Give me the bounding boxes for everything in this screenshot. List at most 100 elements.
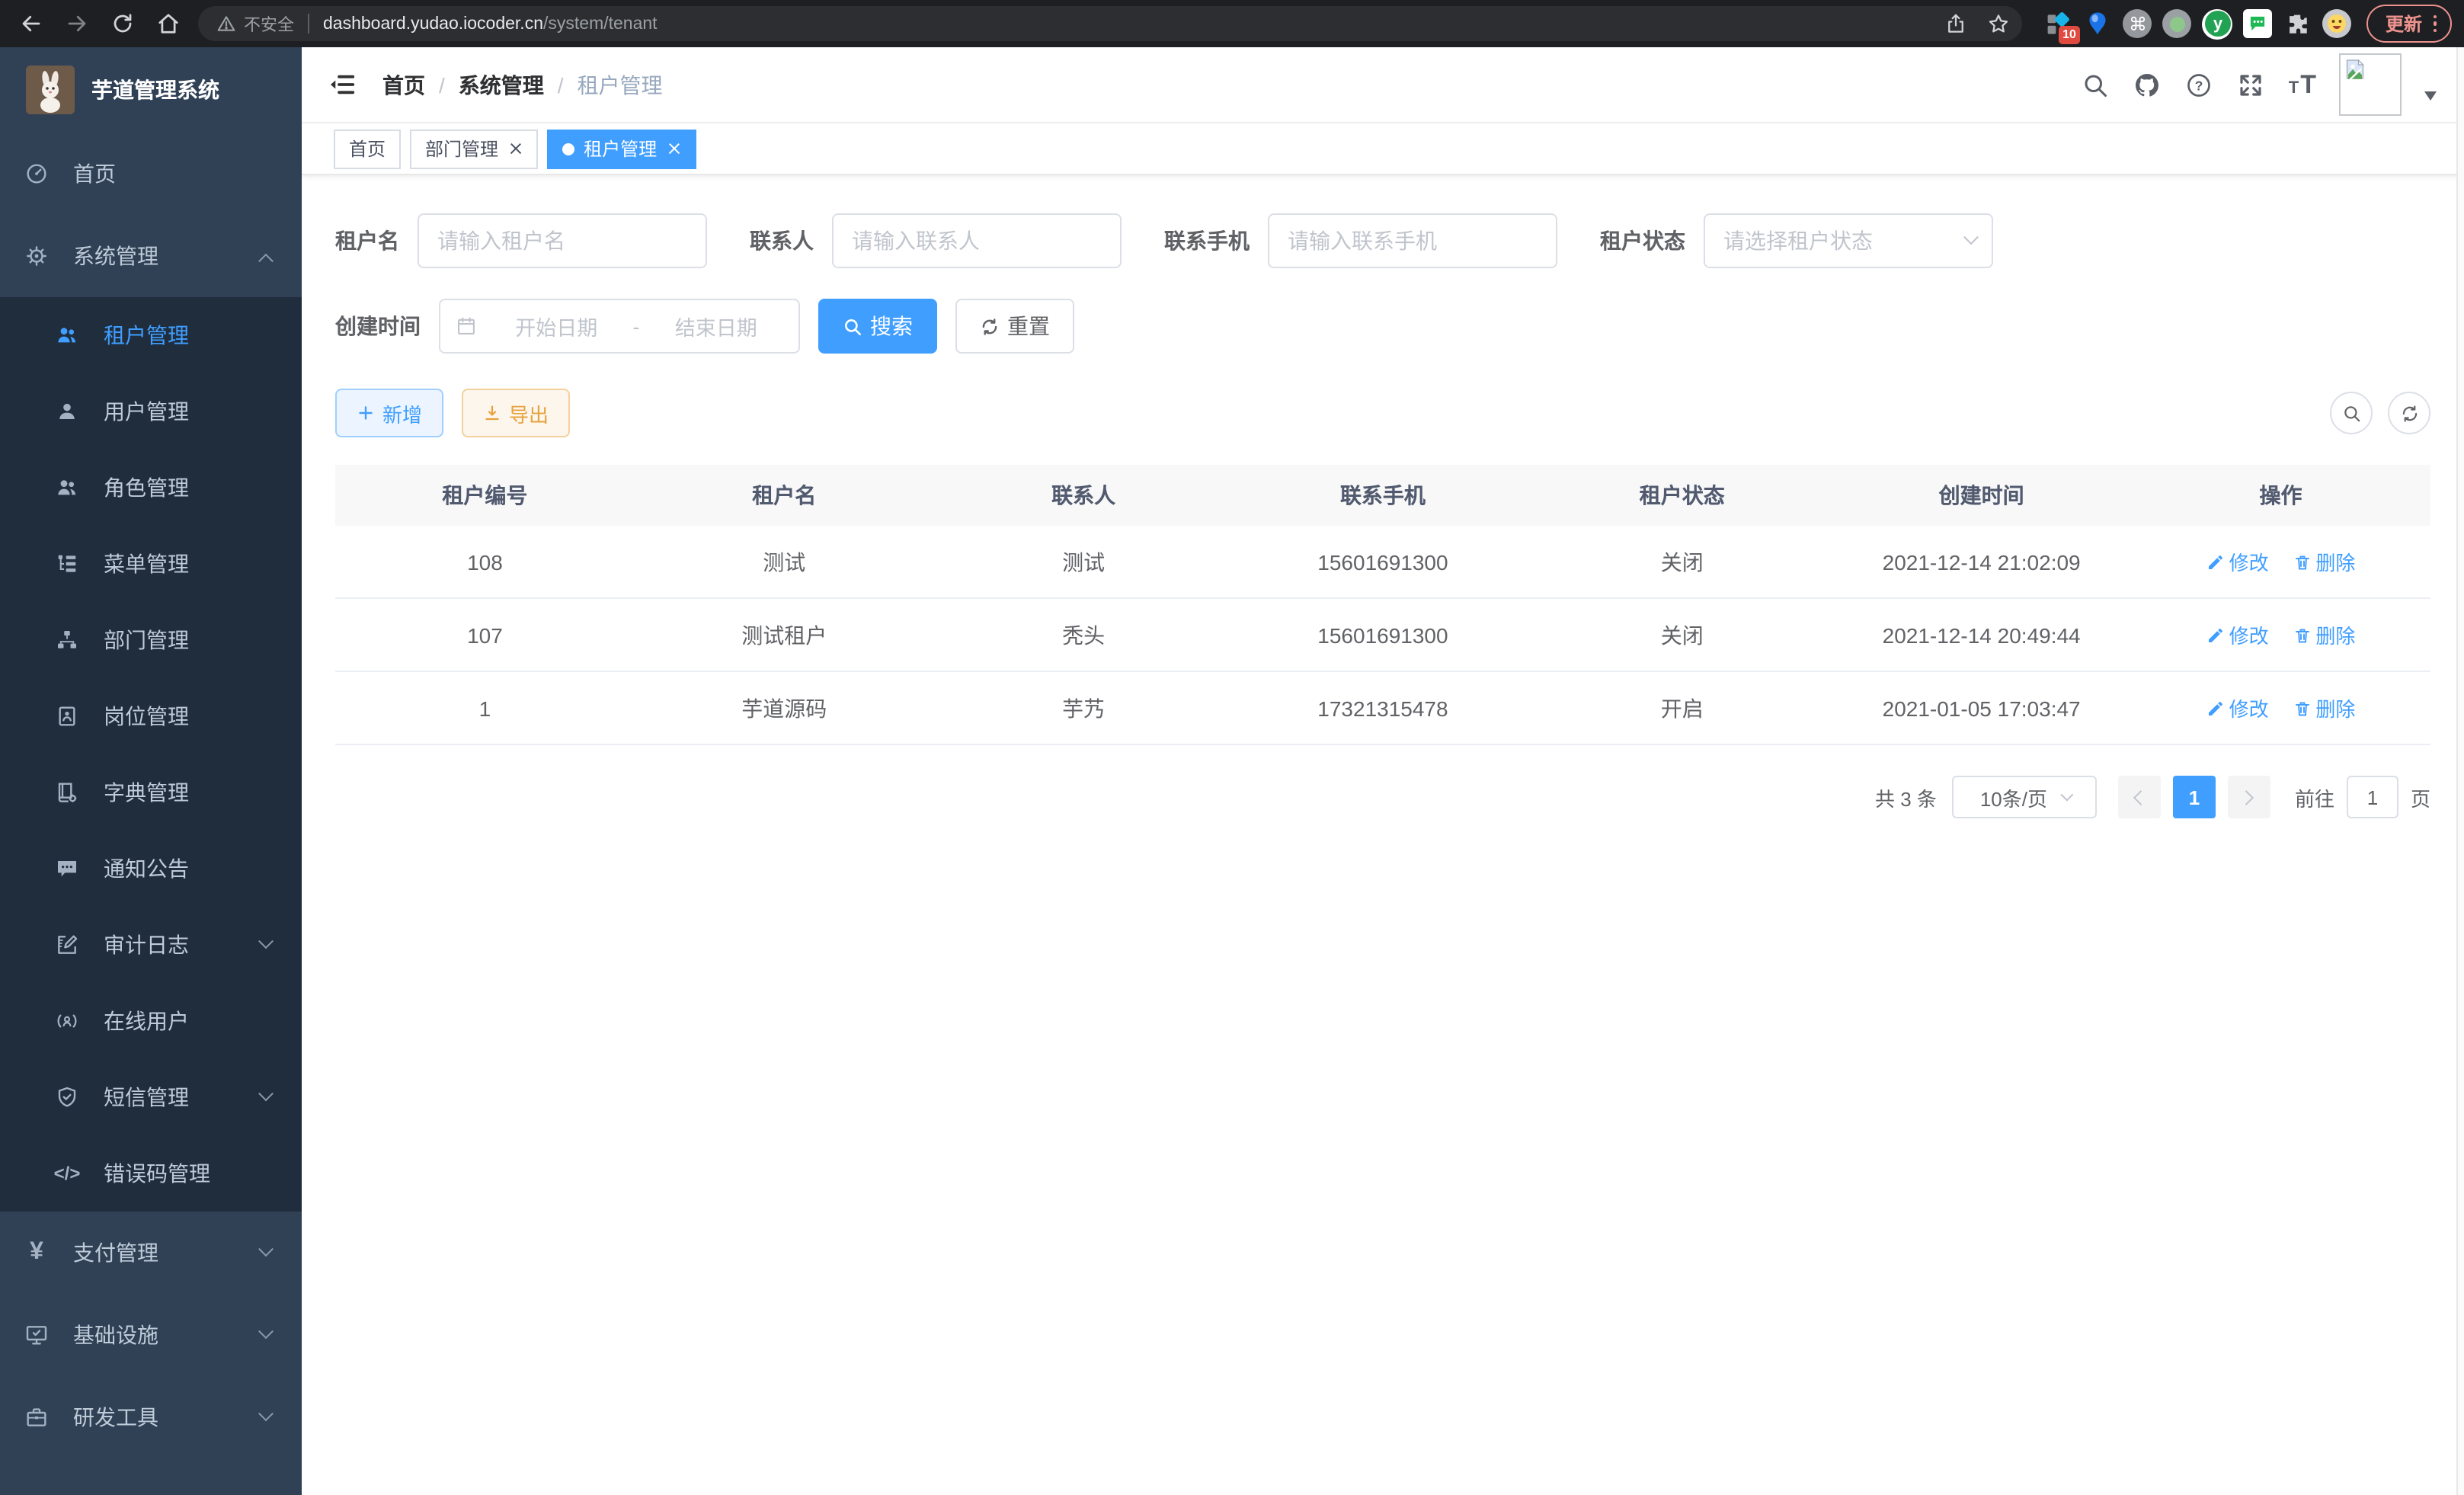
reload-icon[interactable]: [104, 5, 140, 42]
window-scrollbar[interactable]: [2456, 47, 2464, 1495]
avatar[interactable]: [2339, 53, 2402, 116]
delete-link[interactable]: 删除: [2293, 693, 2355, 722]
refresh-table-button[interactable]: [2388, 392, 2430, 434]
sidebar-item-post[interactable]: 岗位管理: [0, 678, 302, 754]
tag-tenant-active[interactable]: 租户管理: [547, 129, 696, 168]
extension-y-icon[interactable]: y: [2203, 8, 2233, 39]
delete-link[interactable]: 删除: [2293, 620, 2355, 649]
goto-page-input[interactable]: [2347, 776, 2398, 818]
extension-record-icon[interactable]: [2163, 9, 2192, 38]
export-button[interactable]: 导出: [462, 389, 570, 437]
share-icon[interactable]: [1938, 5, 1974, 42]
trash-icon: [2293, 699, 2311, 717]
browser-menu-icon[interactable]: [2433, 15, 2437, 33]
shield-check-icon: [55, 1085, 79, 1109]
sidebar-item-label: 部门管理: [104, 625, 189, 655]
extension-command-icon[interactable]: ⌘: [2123, 9, 2152, 38]
security-chip[interactable]: 不安全: [216, 11, 294, 36]
date-end-placeholder[interactable]: 结束日期: [649, 311, 784, 341]
contact-input[interactable]: [832, 213, 1122, 268]
sidebar-item-label: 错误码管理: [104, 1158, 210, 1189]
edit-link[interactable]: 修改: [2206, 547, 2269, 576]
breadcrumb-system[interactable]: 系统管理: [459, 69, 544, 100]
back-icon[interactable]: [12, 5, 49, 42]
home-icon[interactable]: [149, 5, 186, 42]
extension-pin-icon[interactable]: [2084, 9, 2113, 38]
tag-dept[interactable]: 部门管理: [410, 129, 538, 168]
github-icon[interactable]: [2133, 70, 2162, 99]
font-size-icon[interactable]: TT: [2289, 72, 2316, 98]
broken-image-icon: [2344, 58, 2366, 81]
prev-page-button[interactable]: [2118, 776, 2161, 818]
reset-button[interactable]: 重置: [955, 299, 1074, 354]
sidebar-item-online-users[interactable]: 在线用户: [0, 983, 302, 1059]
help-icon[interactable]: ?: [2185, 70, 2214, 99]
tenant-name-input[interactable]: [418, 213, 707, 268]
extension-grid-diamond-icon[interactable]: 10: [2044, 9, 2073, 38]
breadcrumb-home[interactable]: 首页: [382, 69, 425, 100]
sidebar-item-role[interactable]: 角色管理: [0, 450, 302, 526]
sidebar-item-dict[interactable]: 字典管理: [0, 754, 302, 831]
tag-home[interactable]: 首页: [334, 129, 401, 168]
dashboard-icon: [24, 162, 49, 186]
close-icon[interactable]: [509, 142, 523, 155]
page-size-select[interactable]: 10条/页: [1952, 776, 2097, 818]
url-text[interactable]: dashboard.yudao.iocoder.cn/system/tenant: [323, 14, 1938, 33]
forward-icon[interactable]: [58, 5, 94, 42]
cell-tenant-name: 测试: [635, 546, 934, 577]
record-dot: [2170, 16, 2185, 31]
phone-input[interactable]: [1268, 213, 1557, 268]
sidebar-item-menu[interactable]: 菜单管理: [0, 526, 302, 602]
avatar-dropdown-caret-icon[interactable]: [2424, 91, 2437, 100]
status-label: 租户状态: [1600, 226, 1685, 256]
delete-link[interactable]: 删除: [2293, 547, 2355, 576]
sidebar-item-sms[interactable]: 短信管理: [0, 1059, 302, 1135]
sidebar-item-dept[interactable]: 部门管理: [0, 602, 302, 678]
plus-icon: [357, 404, 375, 422]
tags-view-bar: 首页 部门管理 租户管理: [302, 123, 2464, 175]
close-icon[interactable]: [667, 142, 681, 155]
search-button[interactable]: 搜索: [818, 299, 937, 354]
monitor-icon: [24, 1323, 49, 1347]
sidebar-item-infrastructure[interactable]: 基础设施: [0, 1294, 302, 1376]
update-button[interactable]: 更新: [2367, 5, 2452, 43]
hide-search-button[interactable]: [2330, 392, 2373, 434]
chevron-down-icon: [258, 1240, 274, 1256]
date-range-picker[interactable]: 开始日期 - 结束日期: [439, 299, 800, 354]
trash-icon: [2293, 626, 2311, 644]
sidebar-item-tenant[interactable]: 租户管理: [0, 297, 302, 373]
address-bar[interactable]: 不安全 dashboard.yudao.iocoder.cn/system/te…: [198, 6, 2023, 41]
page-number-current[interactable]: 1: [2173, 776, 2216, 818]
sidebar-item-payment[interactable]: ¥ 支付管理: [0, 1212, 302, 1294]
download-icon: [483, 404, 501, 422]
sidebar-item-audit-log[interactable]: 审计日志: [0, 907, 302, 983]
pagination-total: 共 3 条: [1875, 783, 1937, 812]
sidebar-item-user[interactable]: 用户管理: [0, 373, 302, 450]
header-search-icon[interactable]: [2082, 70, 2110, 99]
sidebar-item-notice[interactable]: 通知公告: [0, 831, 302, 907]
trash-icon: [2293, 552, 2311, 571]
status-select[interactable]: 请选择租户状态: [1704, 213, 1993, 268]
edit-label: 修改: [2229, 620, 2269, 649]
extension-chat-icon[interactable]: [2244, 9, 2273, 38]
cell-tenant-id: 107: [335, 623, 635, 647]
sidebar-collapse-icon[interactable]: [326, 69, 357, 100]
edit-link[interactable]: 修改: [2206, 693, 2269, 722]
edit-link[interactable]: 修改: [2206, 620, 2269, 649]
app-logo[interactable]: 芋道管理系统: [0, 47, 302, 133]
date-start-placeholder[interactable]: 开始日期: [489, 311, 624, 341]
cell-status: 关闭: [1532, 546, 1832, 577]
sidebar-item-label: 在线用户: [104, 1006, 189, 1036]
sidebar-item-system[interactable]: 系统管理: [0, 215, 302, 297]
top-navbar: 首页 / 系统管理 / 租户管理 ?: [302, 47, 2464, 123]
add-button[interactable]: 新增: [335, 389, 443, 437]
sidebar-item-error-code[interactable]: </> 错误码管理: [0, 1135, 302, 1212]
fullscreen-icon[interactable]: [2237, 70, 2266, 99]
bookmark-star-icon[interactable]: [1980, 5, 2017, 42]
edit-icon: [2206, 626, 2225, 644]
extension-puzzle-icon[interactable]: [2283, 9, 2312, 38]
extension-emoji-icon[interactable]: [2323, 9, 2352, 38]
sidebar-item-dev-tools[interactable]: 研发工具: [0, 1376, 302, 1458]
next-page-button[interactable]: [2228, 776, 2270, 818]
sidebar-item-home[interactable]: 首页: [0, 133, 302, 215]
